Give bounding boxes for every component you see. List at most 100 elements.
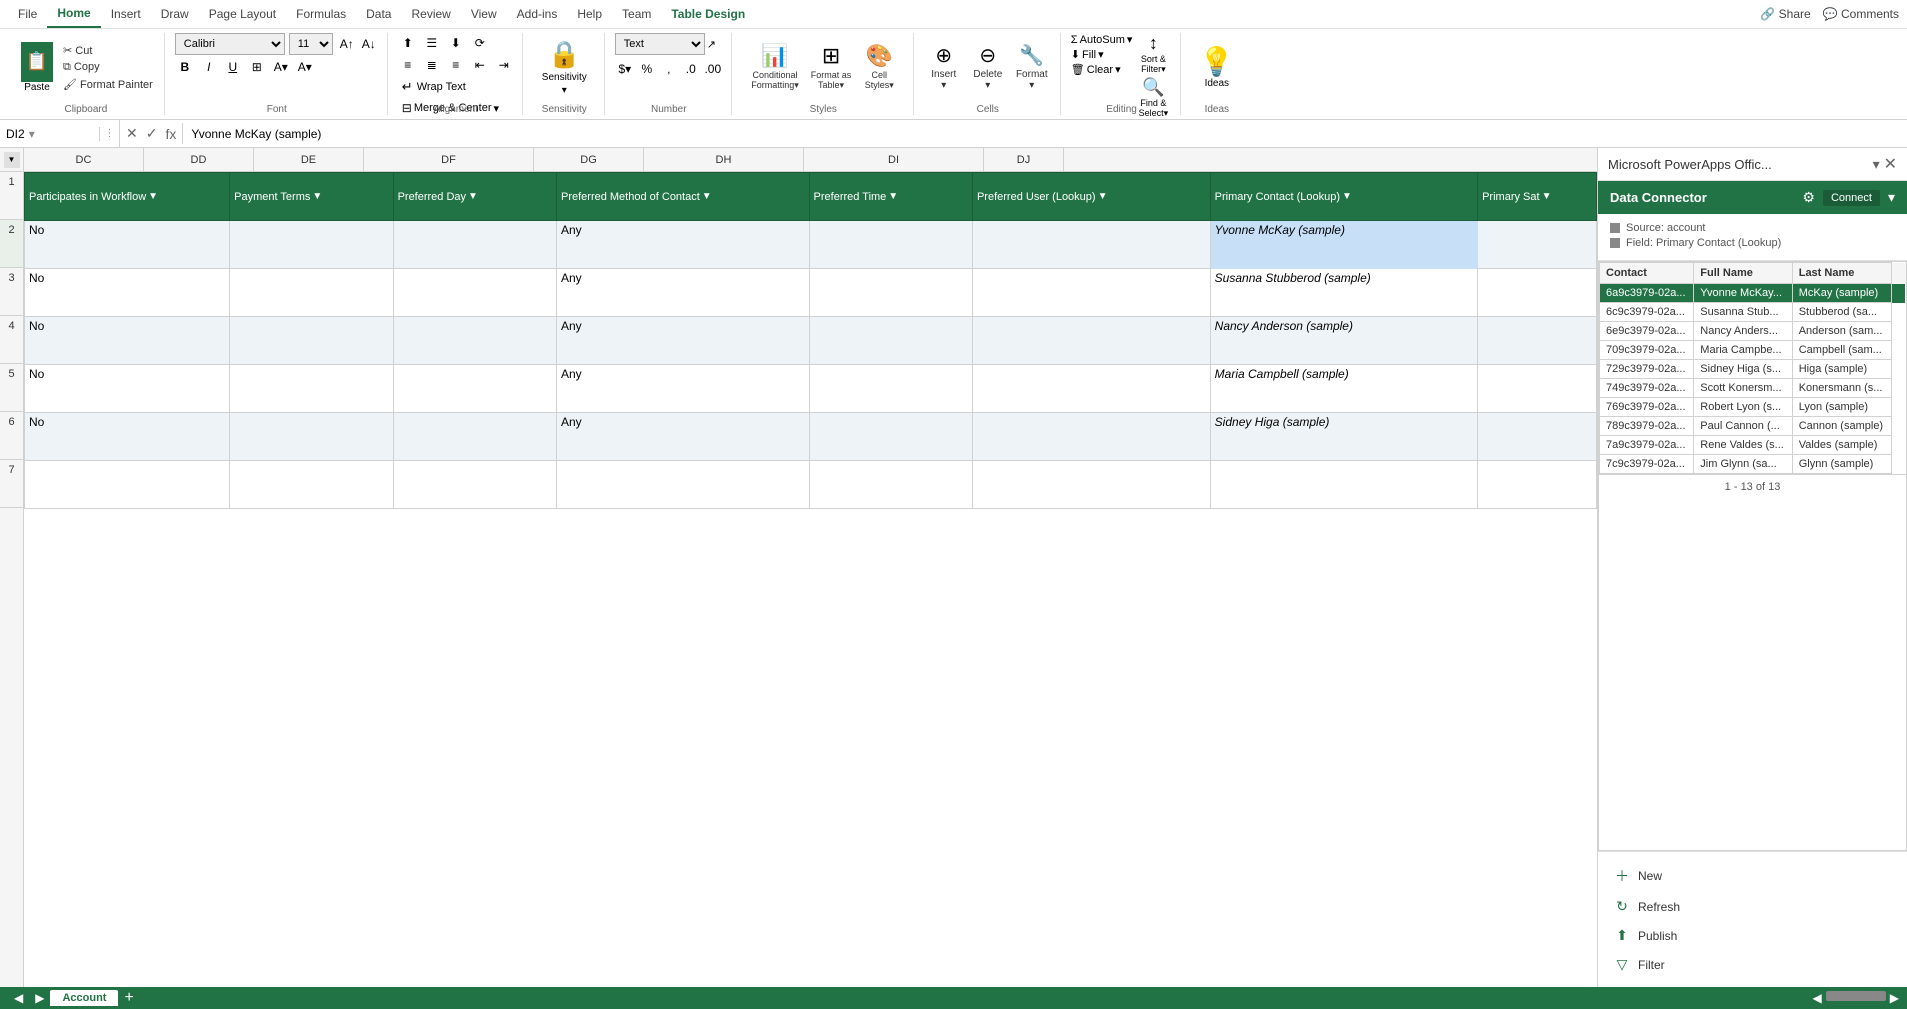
tab-page-layout[interactable]: Page Layout: [199, 1, 286, 27]
dc-chevron-icon[interactable]: ▾: [1888, 189, 1895, 206]
tab-home[interactable]: Home: [47, 0, 100, 28]
align-center-button[interactable]: ≣: [422, 55, 442, 75]
contact-cell[interactable]: 6c9c3979-02a...: [1600, 303, 1694, 322]
fullname-cell[interactable]: Maria Campbe...: [1694, 341, 1792, 360]
share-button[interactable]: 🔗 Share: [1760, 7, 1810, 21]
format-as-table-button[interactable]: ⊞ Format asTable▾: [807, 41, 856, 93]
name-box[interactable]: DI2 ▾: [0, 127, 100, 141]
header-cell-dd[interactable]: Payment Terms ▼: [230, 173, 393, 221]
fullname-cell[interactable]: Paul Cannon (...: [1694, 417, 1792, 436]
fullname-cell[interactable]: Susanna Stub...: [1694, 303, 1792, 322]
cut-button[interactable]: ✂ Cut: [60, 43, 156, 58]
fullname-cell[interactable]: Rene Valdes (s...: [1694, 436, 1792, 455]
col-header-dc[interactable]: DC: [24, 148, 144, 171]
increase-font-button[interactable]: A↑: [337, 34, 357, 54]
cell-styles-button[interactable]: 🎨 CellStyles▾: [859, 41, 899, 93]
cell-di-6[interactable]: Sidney Higa (sample): [1210, 413, 1477, 461]
currency-button[interactable]: $▾: [615, 59, 635, 79]
cell-df-7[interactable]: [556, 461, 809, 509]
panel-collapse-button[interactable]: ▾: [1873, 156, 1880, 173]
data-table-row[interactable]: 749c3979-02a... Scott Konersm... Konersm…: [1600, 379, 1906, 398]
cell-dc-3[interactable]: No: [25, 269, 230, 317]
cell-di-5[interactable]: Maria Campbell (sample): [1210, 365, 1477, 413]
cell-dj-6[interactable]: [1478, 413, 1597, 461]
tab-insert[interactable]: Insert: [101, 1, 151, 27]
fullname-cell[interactable]: Jim Glynn (sa...: [1694, 455, 1792, 474]
cell-de-3[interactable]: [393, 269, 556, 317]
fullname-cell[interactable]: Yvonne McKay...: [1694, 284, 1792, 303]
data-table-row[interactable]: 7a9c3979-02a... Rene Valdes (s... Valdes…: [1600, 436, 1906, 455]
cell-df-5[interactable]: Any: [556, 365, 809, 413]
sensitivity-button[interactable]: 🔒 Sensitivity ▾: [533, 34, 596, 101]
col-header-dd[interactable]: DD: [144, 148, 254, 171]
next-sheet-button[interactable]: ▶: [29, 991, 50, 1005]
bold-button[interactable]: B: [175, 57, 195, 77]
data-table-row[interactable]: 6e9c3979-02a... Nancy Anders... Anderson…: [1600, 322, 1906, 341]
col-header-de[interactable]: DE: [254, 148, 364, 171]
align-right-button[interactable]: ≡: [446, 55, 466, 75]
fill-color-button[interactable]: A▾: [271, 57, 291, 77]
cell-dh-2[interactable]: [972, 221, 1210, 269]
align-middle-button[interactable]: ☰: [422, 33, 442, 53]
refresh-action-button[interactable]: ↻ Refresh: [1610, 892, 1895, 921]
col-header-di[interactable]: DI: [804, 148, 984, 171]
insert-button[interactable]: ⊕ Insert▾: [924, 41, 964, 93]
lastname-cell[interactable]: Anderson (sam...: [1792, 322, 1891, 341]
cell-dh-6[interactable]: [972, 413, 1210, 461]
font-family-select[interactable]: Calibri: [175, 33, 285, 55]
cell-dh-3[interactable]: [972, 269, 1210, 317]
cell-df-6[interactable]: Any: [556, 413, 809, 461]
header-cell-dh[interactable]: Preferred User (Lookup) ▼: [972, 173, 1210, 221]
fullname-cell[interactable]: Sidney Higa (s...: [1694, 360, 1792, 379]
dc-connect-button[interactable]: Connect: [1823, 190, 1880, 206]
cell-dj-5[interactable]: [1478, 365, 1597, 413]
ideas-button[interactable]: 💡 Ideas: [1191, 41, 1242, 93]
contact-cell[interactable]: 749c3979-02a...: [1600, 379, 1694, 398]
new-action-button[interactable]: ＋ New: [1610, 860, 1895, 892]
scroll-right-button[interactable]: ▶: [1890, 991, 1899, 1005]
cell-df-2[interactable]: Any: [556, 221, 809, 269]
cell-df-4[interactable]: Any: [556, 317, 809, 365]
confirm-formula-icon[interactable]: ✓: [144, 123, 160, 144]
cell-di-2[interactable]: Yvonne McKay (sample): [1210, 221, 1477, 269]
align-bottom-button[interactable]: ⬇: [446, 33, 466, 53]
cell-dj-2[interactable]: [1478, 221, 1597, 269]
wrap-text-button[interactable]: ↵ Wrap Text: [398, 77, 470, 97]
tab-review[interactable]: Review: [401, 1, 460, 27]
lastname-cell[interactable]: Glynn (sample): [1792, 455, 1891, 474]
cell-dd-2[interactable]: [230, 221, 393, 269]
data-table-row[interactable]: 6a9c3979-02a... Yvonne McKay... McKay (s…: [1600, 284, 1906, 303]
comma-button[interactable]: ,: [659, 59, 679, 79]
cell-dg-6[interactable]: [809, 413, 972, 461]
fullname-cell[interactable]: Robert Lyon (s...: [1694, 398, 1792, 417]
publish-action-button[interactable]: ⬆ Publish: [1610, 921, 1895, 950]
data-table-row[interactable]: 769c3979-02a... Robert Lyon (s... Lyon (…: [1600, 398, 1906, 417]
data-table-row[interactable]: 6c9c3979-02a... Susanna Stub... Stubbero…: [1600, 303, 1906, 322]
decrease-font-button[interactable]: A↓: [359, 34, 379, 54]
cell-dc-6[interactable]: No: [25, 413, 230, 461]
increase-decimal-button[interactable]: .0: [681, 59, 701, 79]
contact-cell[interactable]: 7a9c3979-02a...: [1600, 436, 1694, 455]
cell-dg-2[interactable]: [809, 221, 972, 269]
align-left-button[interactable]: ≡: [398, 55, 418, 75]
tab-draw[interactable]: Draw: [151, 1, 199, 27]
cell-di-3[interactable]: Susanna Stubberod (sample): [1210, 269, 1477, 317]
scroll-left-button[interactable]: ◀: [1813, 991, 1822, 1005]
cell-dj-4[interactable]: [1478, 317, 1597, 365]
header-cell-df[interactable]: Preferred Method of Contact ▼: [556, 173, 809, 221]
cell-dg-7[interactable]: [809, 461, 972, 509]
header-cell-dj[interactable]: Primary Sat ▼: [1478, 173, 1597, 221]
cell-dd-3[interactable]: [230, 269, 393, 317]
format-painter-button[interactable]: 🖌 Format Painter: [60, 77, 156, 92]
number-format-expand[interactable]: ↗: [707, 38, 716, 51]
cell-dg-5[interactable]: [809, 365, 972, 413]
cell-dc-7[interactable]: [25, 461, 230, 509]
tab-table-design[interactable]: Table Design: [661, 1, 755, 27]
contact-cell[interactable]: 7c9c3979-02a...: [1600, 455, 1694, 474]
header-cell-dg[interactable]: Preferred Time ▼: [809, 173, 972, 221]
account-sheet-tab[interactable]: Account: [50, 990, 118, 1006]
lastname-cell[interactable]: Lyon (sample): [1792, 398, 1891, 417]
tab-data[interactable]: Data: [356, 1, 401, 27]
number-format-select[interactable]: Text: [615, 33, 705, 55]
orientation-button[interactable]: ⟳: [470, 33, 490, 53]
